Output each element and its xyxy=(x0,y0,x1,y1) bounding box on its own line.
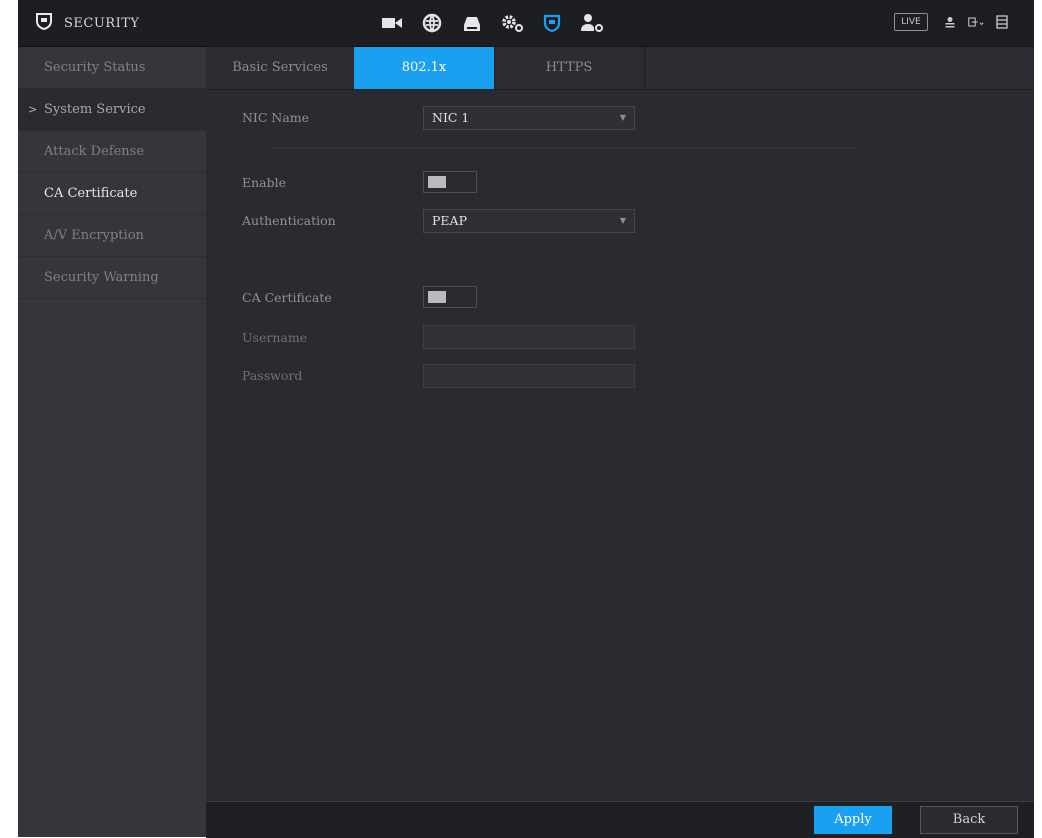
nic-name-value: NIC 1 xyxy=(432,110,470,125)
sidebar-item-label: Attack Defense xyxy=(44,144,145,159)
dropdown-arrow-icon: ▼ xyxy=(619,113,626,122)
toggle-knob xyxy=(428,291,446,303)
nic-name-select[interactable]: NIC 1 ▼ xyxy=(423,106,635,130)
dropdown-arrow-icon: ▼ xyxy=(619,216,626,225)
sidebar-item-av-encryption[interactable]: A/V Encryption xyxy=(18,215,206,257)
sidebar-item-ca-certificate[interactable]: CA Certificate xyxy=(18,173,206,215)
password-input[interactable] xyxy=(423,364,635,388)
page-title: SECURITY xyxy=(64,15,140,31)
camera-icon[interactable] xyxy=(372,6,412,40)
brand: SECURITY xyxy=(34,11,139,35)
username-label: Username xyxy=(242,330,308,345)
ca-certificate-toggle[interactable] xyxy=(423,286,477,308)
window-controls xyxy=(942,14,1010,30)
back-button[interactable]: Back xyxy=(920,806,1018,834)
security-shield-icon[interactable] xyxy=(532,6,572,40)
sidebar-item-system-service[interactable]: > System Service xyxy=(18,89,206,131)
enable-toggle[interactable] xyxy=(423,171,477,193)
chevron-right-icon: > xyxy=(28,103,38,116)
divider xyxy=(270,147,860,148)
tab-802-1x[interactable]: 802.1x xyxy=(354,47,495,89)
sidebar-item-label: A/V Encryption xyxy=(44,228,144,243)
network-icon[interactable] xyxy=(412,6,452,40)
storage-icon[interactable] xyxy=(452,6,492,40)
nic-name-label: NIC Name xyxy=(242,110,310,125)
live-button[interactable]: LIVE xyxy=(894,13,928,31)
main-nav xyxy=(372,6,612,40)
username-input[interactable] xyxy=(423,325,635,349)
apply-button[interactable]: Apply xyxy=(814,806,892,834)
menu-grid-icon[interactable] xyxy=(994,14,1010,30)
sidebar-item-security-status[interactable]: Security Status xyxy=(18,47,206,89)
security-shield-icon xyxy=(34,11,54,35)
tab-basic-services[interactable]: Basic Services xyxy=(206,47,355,89)
sidebar-item-label: Security Warning xyxy=(44,270,159,285)
sidebar-item-label: Security Status xyxy=(44,60,146,75)
footer-bar: Apply Back xyxy=(206,801,1034,838)
authentication-value: PEAP xyxy=(432,213,467,228)
password-label: Password xyxy=(242,368,303,383)
sidebar-item-attack-defense[interactable]: Attack Defense xyxy=(18,131,206,173)
top-bar: SECURITY LIVE xyxy=(18,0,1034,47)
authentication-label: Authentication xyxy=(242,213,336,228)
logout-icon[interactable] xyxy=(968,14,984,30)
enable-label: Enable xyxy=(242,175,287,190)
sidebar-item-label: CA Certificate xyxy=(44,186,138,201)
toggle-knob xyxy=(428,176,446,188)
user-icon[interactable] xyxy=(942,14,958,30)
tab-bar: Basic Services 802.1x HTTPS xyxy=(206,47,1034,90)
sidebar-item-security-warning[interactable]: Security Warning xyxy=(18,257,206,299)
authentication-select[interactable]: PEAP ▼ xyxy=(423,209,635,233)
security-window: SECURITY LIVE Security Status > System S… xyxy=(18,0,1034,838)
system-settings-icon[interactable] xyxy=(492,6,532,40)
account-icon[interactable] xyxy=(572,6,612,40)
sidebar: Security Status > System Service Attack … xyxy=(18,47,206,837)
tab-https[interactable]: HTTPS xyxy=(494,47,645,89)
sidebar-item-label: System Service xyxy=(44,102,146,117)
ca-certificate-label: CA Certificate xyxy=(242,290,332,305)
settings-form: NIC Name NIC 1 ▼ Enable Authentication P… xyxy=(206,89,1034,801)
